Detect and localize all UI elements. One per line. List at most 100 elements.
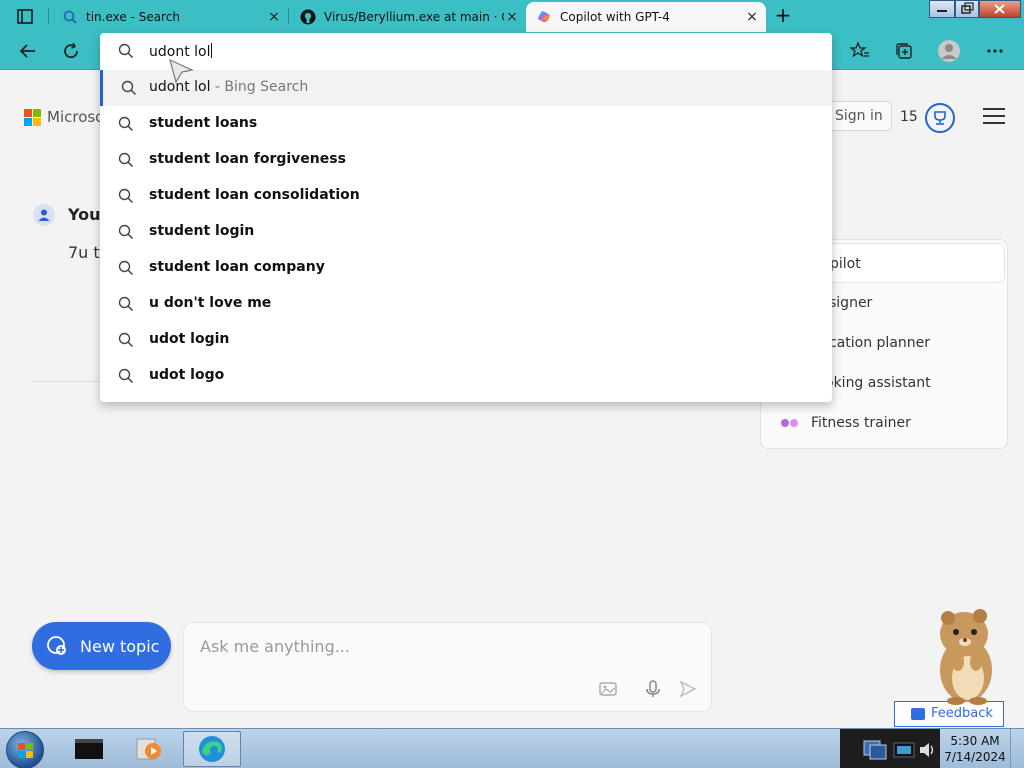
suggestion-text: student loan forgiveness xyxy=(149,151,346,167)
favorites-button[interactable] xyxy=(847,39,873,63)
gpt-item-fitness-trainer[interactable]: Fitness trainer xyxy=(761,403,1007,443)
new-tab-button[interactable]: + xyxy=(772,5,794,27)
taskbar-app-terminal[interactable] xyxy=(60,731,118,767)
menu-line xyxy=(983,122,1005,124)
windows-logo-icon xyxy=(18,743,33,758)
taskbar-app-media-player[interactable] xyxy=(120,731,178,767)
trophy-icon xyxy=(934,111,946,125)
taskbar-app-edge[interactable] xyxy=(183,731,241,767)
suggestion-text: udot logo xyxy=(149,367,225,383)
star-list-icon xyxy=(850,41,869,58)
restore-icon xyxy=(961,2,974,14)
microsoft-logo[interactable]: Microso xyxy=(24,108,104,126)
volume-icon[interactable] xyxy=(918,741,936,759)
person-icon xyxy=(38,209,50,221)
rewards-points: 15 xyxy=(900,109,918,125)
suggestion-item[interactable]: student loan company xyxy=(100,250,832,286)
suggestion-item[interactable]: student login xyxy=(100,214,832,250)
menu-line xyxy=(983,115,1005,117)
address-bar-dropdown: udont lol udont lol - Bing Search studen… xyxy=(100,33,832,402)
message-author: You xyxy=(68,205,101,224)
feedback-label: Feedback xyxy=(931,706,993,721)
back-button[interactable] xyxy=(15,39,41,63)
collections-button[interactable] xyxy=(891,39,917,63)
rewards-button[interactable] xyxy=(925,103,955,133)
search-icon xyxy=(118,224,134,240)
start-button[interactable] xyxy=(6,731,44,768)
show-desktop-button[interactable] xyxy=(1010,729,1024,768)
device-icon[interactable] xyxy=(892,739,916,761)
microphone-icon xyxy=(646,680,660,697)
copilot-icon xyxy=(536,9,552,25)
suggestion-text: student loans xyxy=(149,115,258,131)
collections-icon xyxy=(896,43,912,59)
suggestion-text: u don't love me xyxy=(149,295,272,311)
divider xyxy=(32,381,102,382)
suggestion-item[interactable]: u don't love me xyxy=(100,286,832,322)
mouse-cursor-icon xyxy=(169,58,194,84)
tab-title: Virus/Beryllium.exe at main · Git xyxy=(324,10,504,24)
suggestion-item[interactable]: student loans xyxy=(100,106,832,142)
menu-line xyxy=(983,108,1005,110)
taskbar: 5:30 AM 7/14/2024 xyxy=(0,728,1024,768)
tab-github[interactable]: Virus/Beryllium.exe at main · Git × xyxy=(290,2,526,32)
search-icon xyxy=(118,43,134,59)
suggestion-item[interactable]: student loan forgiveness xyxy=(100,142,832,178)
ellipsis-icon xyxy=(987,49,1003,53)
media-player-icon xyxy=(136,738,161,760)
suggestion-item[interactable]: udot login xyxy=(100,322,832,358)
refresh-icon xyxy=(64,42,78,59)
send-icon xyxy=(679,680,697,698)
address-bar[interactable]: udont lol xyxy=(100,33,832,70)
terminal-app-icon xyxy=(75,739,103,759)
hamburger-menu-button[interactable] xyxy=(983,108,1005,124)
suggestion-item[interactable]: udont lol - Bing Search xyxy=(100,70,832,106)
suggestion-item[interactable]: student loan consolidation xyxy=(100,178,832,214)
dumbbell-icon xyxy=(781,419,798,427)
image-upload-button[interactable] xyxy=(598,679,618,699)
suggestion-text: student loan consolidation xyxy=(149,187,360,203)
tab-title: Copilot with GPT-4 xyxy=(560,10,670,24)
close-icon[interactable]: × xyxy=(266,9,282,25)
close-icon[interactable]: × xyxy=(504,9,520,25)
user-avatar xyxy=(33,204,55,226)
ask-input[interactable] xyxy=(200,637,680,656)
refresh-button[interactable] xyxy=(58,39,84,63)
network-icon[interactable] xyxy=(862,737,888,761)
new-topic-button[interactable]: New topic xyxy=(32,622,171,670)
brand-name: Microso xyxy=(47,108,105,126)
clock[interactable]: 5:30 AM 7/14/2024 xyxy=(944,733,1006,765)
close-icon[interactable]: × xyxy=(744,9,760,25)
tab-title: tin.exe - Search xyxy=(86,10,180,24)
tab-copilot[interactable]: Copilot with GPT-4 × xyxy=(526,2,766,32)
avatar-icon xyxy=(938,40,960,62)
search-icon xyxy=(118,188,134,204)
image-icon xyxy=(599,682,617,696)
minimize-icon xyxy=(937,10,947,12)
close-window-button[interactable] xyxy=(979,0,1021,18)
tab-search[interactable]: tin.exe - Search × xyxy=(52,2,288,32)
suggestion-item[interactable]: udot logo xyxy=(100,358,832,394)
restore-button[interactable] xyxy=(955,0,979,18)
search-icon xyxy=(62,9,78,25)
search-icon xyxy=(118,116,134,132)
chat-input-box xyxy=(183,622,712,712)
suggestion-source: - Bing Search xyxy=(210,79,309,95)
github-icon xyxy=(300,9,316,25)
new-topic-label: New topic xyxy=(80,636,160,656)
suggestion-text: student login xyxy=(149,223,255,239)
search-icon xyxy=(118,332,134,348)
suggestion-text: udot login xyxy=(149,331,230,347)
more-menu-button[interactable] xyxy=(982,39,1008,63)
edge-icon xyxy=(199,736,225,762)
minimize-button[interactable] xyxy=(929,0,955,18)
microphone-button[interactable] xyxy=(643,679,663,699)
tab-separator xyxy=(288,8,289,24)
search-icon xyxy=(121,80,137,96)
tab-actions-icon xyxy=(17,9,33,24)
profile-button[interactable] xyxy=(936,39,962,63)
tab-actions-button[interactable] xyxy=(8,6,40,28)
system-tray xyxy=(840,729,940,768)
send-button[interactable] xyxy=(678,679,698,699)
back-arrow-icon xyxy=(19,44,35,58)
